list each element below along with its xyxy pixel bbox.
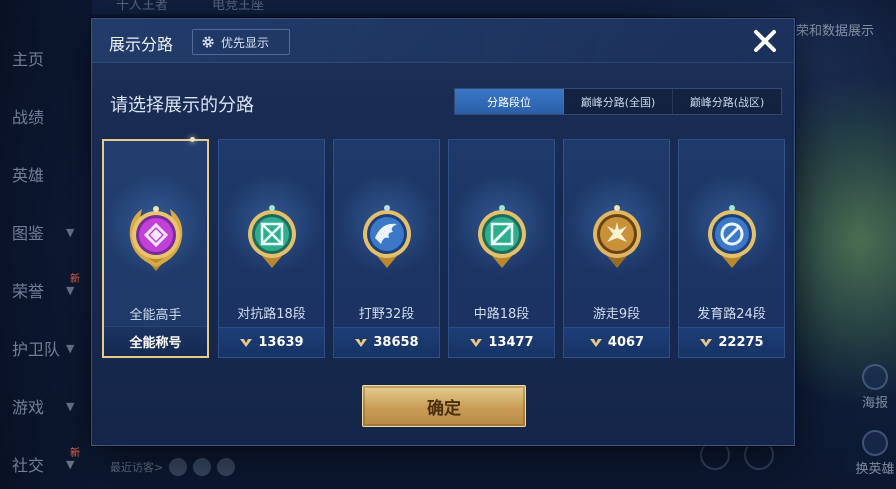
- lane-card-footer: 全能称号: [104, 326, 207, 356]
- sidebar: 主页 战绩 英雄 图鉴 ▼ 荣誉新 ▼ 护卫队 ▼ 游戏 ▼ 社交新 ▼: [0, 0, 92, 489]
- points-value: 38658: [373, 335, 419, 350]
- tab-peak-region[interactable]: 巅峰分路(战区): [673, 89, 781, 114]
- sidebar-item-heroes[interactable]: 英雄: [0, 154, 92, 194]
- sidebar-item-label: 英雄: [12, 166, 45, 185]
- lane-rank-label: 全能高手: [129, 308, 182, 323]
- sidebar-item-catalog[interactable]: 图鉴 ▼: [0, 212, 92, 252]
- data-display-text: 荣和数据展示: [796, 24, 875, 39]
- points-icon: [700, 338, 713, 347]
- priority-display-button[interactable]: 优先显示: [192, 29, 290, 55]
- lane-card-footer: 13639: [219, 327, 324, 357]
- jungle-icon: [362, 205, 411, 268]
- chevron-down-icon: ▼: [66, 225, 75, 239]
- points-value: 4067: [607, 335, 645, 350]
- sidebar-item-honor[interactable]: 荣誉新 ▼: [0, 270, 92, 310]
- change-hero-button[interactable]: 换英雄: [852, 430, 896, 477]
- points-icon: [589, 338, 602, 347]
- sidebar-item-label: 游戏: [12, 398, 45, 417]
- change-hero-label: 换英雄: [855, 462, 895, 477]
- sidebar-item-home[interactable]: 主页: [0, 38, 92, 78]
- avatar[interactable]: [217, 458, 236, 476]
- sidebar-item-label: 战绩: [12, 108, 45, 127]
- lane-card-roam[interactable]: 游走9段 4067: [561, 139, 672, 358]
- sidebar-item-label: 图鉴: [12, 224, 45, 243]
- lane-card-footer: 4067: [564, 327, 669, 357]
- sidebar-item-label: 荣誉: [12, 282, 45, 301]
- top-strip: 千人王者 电竞王座: [92, 0, 792, 14]
- chevron-down-icon: ▼: [66, 399, 75, 413]
- priority-display-label: 优先显示: [221, 35, 270, 50]
- chevron-down-icon: ▼: [66, 283, 75, 297]
- lane-card-clash[interactable]: 对抗路18段 13639: [216, 139, 327, 358]
- points-icon: [355, 338, 368, 347]
- clash-lane-icon: [247, 205, 296, 268]
- poster-button[interactable]: 海报: [852, 364, 896, 411]
- lane-card-footer: 13477: [449, 327, 554, 357]
- confirm-button[interactable]: 确定: [362, 385, 526, 427]
- recent-visitors-label: 最近访客>: [110, 461, 164, 474]
- lane-rank-label: 游走9段: [592, 307, 641, 322]
- sidebar-item-social[interactable]: 社交新 ▼: [0, 444, 92, 484]
- lane-rank-label: 对抗路18段: [237, 307, 306, 322]
- dialog-header: 展示分路 优先显示: [92, 19, 794, 63]
- chevron-down-icon: ▼: [66, 457, 75, 471]
- farm-lane-icon: [707, 205, 756, 268]
- lane-card-footer: 38658: [334, 327, 439, 357]
- gear-icon: [202, 36, 214, 48]
- lane-rank-label: 中路18段: [473, 307, 530, 322]
- lane-card-jungle[interactable]: 打野32段 38658: [331, 139, 442, 358]
- points-value: 13477: [488, 335, 534, 350]
- close-button[interactable]: [747, 25, 783, 57]
- lane-rank-label: 打野32段: [358, 307, 415, 322]
- avatar[interactable]: [193, 458, 212, 476]
- points-value: 13639: [258, 335, 304, 350]
- sidebar-item-guard[interactable]: 护卫队 ▼: [0, 328, 92, 368]
- sidebar-item-label: 护卫队: [12, 340, 61, 359]
- lane-card-footer: 22275: [679, 327, 784, 357]
- sidebar-item-label: 社交: [12, 456, 45, 475]
- top-text: 千人王者: [116, 0, 169, 13]
- sidebar-item-record[interactable]: 战绩: [0, 96, 92, 136]
- poster-label: 海报: [861, 396, 888, 411]
- lane-card-versatile[interactable]: 全能高手 全能称号: [100, 137, 211, 358]
- lane-tabs: 分路段位 巅峰分路(全国) 巅峰分路(战区): [454, 88, 782, 115]
- lane-rank-label: 发育路24段: [697, 307, 766, 322]
- points-value: 22275: [718, 335, 764, 350]
- poster-icon: [862, 364, 888, 390]
- selection-sparkle: [190, 137, 195, 142]
- lane-card-mid[interactable]: 中路18段 13477: [446, 139, 557, 358]
- title-label: 全能称号: [129, 336, 182, 351]
- points-icon: [240, 338, 253, 347]
- tab-lane-rank[interactable]: 分路段位: [455, 89, 564, 114]
- change-hero-icon: [862, 430, 888, 456]
- versatile-icon: [129, 206, 182, 271]
- top-text: 电竞王座: [212, 0, 265, 13]
- sidebar-item-game[interactable]: 游戏 ▼: [0, 386, 92, 426]
- dialog-title: 展示分路: [109, 35, 174, 54]
- close-icon: [754, 30, 776, 52]
- lane-card-farm[interactable]: 发育路24段 22275: [676, 139, 787, 358]
- chevron-down-icon: ▼: [66, 341, 75, 355]
- roam-icon: [592, 205, 641, 268]
- lane-display-dialog: 展示分路 优先显示 请选择展示的分路 分路段位 巅峰分路(全国) 巅峰分路(战区…: [91, 18, 795, 446]
- sidebar-item-label: 主页: [12, 50, 45, 69]
- avatar[interactable]: [169, 458, 188, 476]
- mid-lane-icon: [477, 205, 526, 268]
- recent-visitors[interactable]: 最近访客>: [110, 458, 236, 476]
- tab-peak-national[interactable]: 巅峰分路(全国): [564, 89, 673, 114]
- points-icon: [470, 338, 483, 347]
- section-subtitle: 请选择展示的分路: [110, 95, 254, 116]
